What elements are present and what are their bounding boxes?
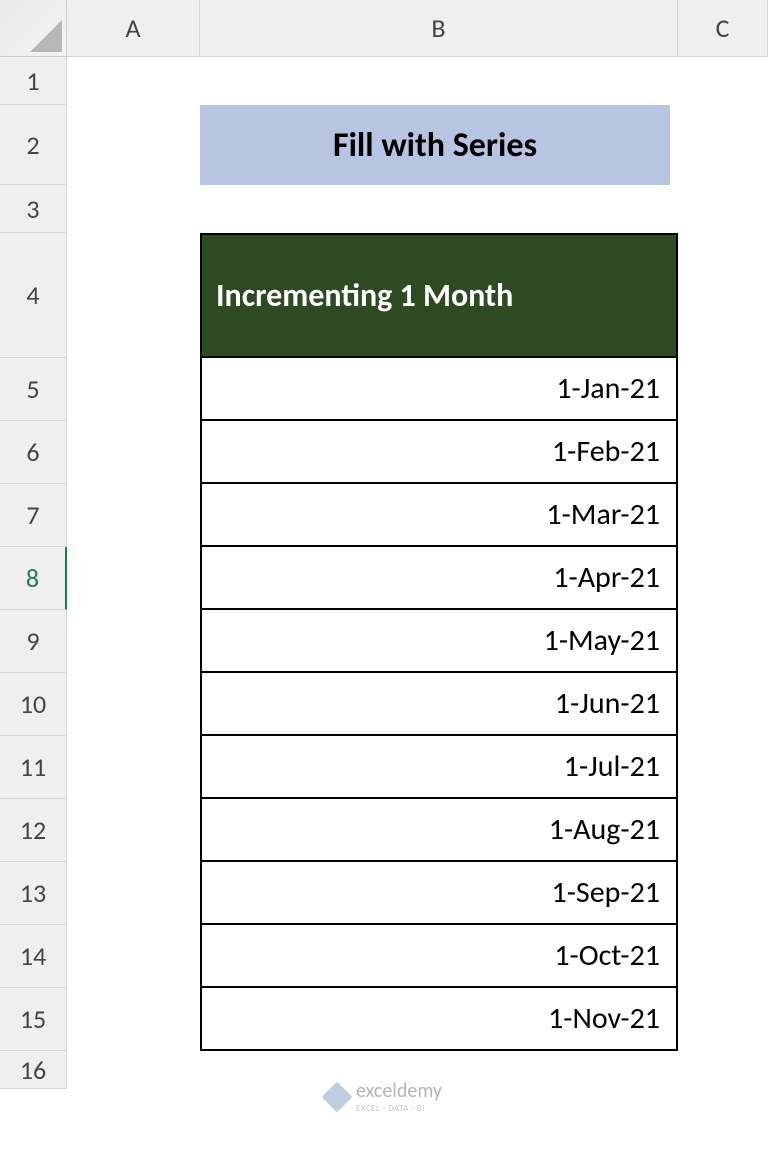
date-cell: 1-Oct-21 xyxy=(200,925,678,988)
date-cell: 1-Jan-21 xyxy=(200,358,678,421)
spreadsheet-grid: A B C 1 2 Fill with Series 3 4 Increment… xyxy=(0,0,768,1089)
cell-a6[interactable] xyxy=(67,421,200,484)
cell-c12[interactable] xyxy=(678,799,768,862)
cell-a8[interactable] xyxy=(67,547,200,610)
row-header-11[interactable]: 11 xyxy=(0,736,67,799)
row-header-16[interactable]: 16 xyxy=(0,1051,67,1089)
date-cell: 1-Nov-21 xyxy=(200,988,678,1051)
date-cell: 1-Mar-21 xyxy=(200,484,678,547)
date-cell: 1-Aug-21 xyxy=(200,799,678,862)
date-cell: 1-Jun-21 xyxy=(200,673,678,736)
cell-b7[interactable]: 1-Mar-21 xyxy=(200,484,678,547)
row-header-9[interactable]: 9 xyxy=(0,610,67,673)
cell-b14[interactable]: 1-Oct-21 xyxy=(200,925,678,988)
cell-b13[interactable]: 1-Sep-21 xyxy=(200,862,678,925)
cell-c15[interactable] xyxy=(678,988,768,1051)
row-header-5[interactable]: 5 xyxy=(0,358,67,421)
date-cell: 1-Jul-21 xyxy=(200,736,678,799)
cell-a2[interactable] xyxy=(67,105,200,185)
cell-a14[interactable] xyxy=(67,925,200,988)
cell-b12[interactable]: 1-Aug-21 xyxy=(200,799,678,862)
row-header-1[interactable]: 1 xyxy=(0,57,67,105)
col-header-c[interactable]: C xyxy=(678,0,768,57)
cell-c9[interactable] xyxy=(678,610,768,673)
cell-c14[interactable] xyxy=(678,925,768,988)
date-cell: 1-May-21 xyxy=(200,610,678,673)
cell-c13[interactable] xyxy=(678,862,768,925)
col-header-b[interactable]: B xyxy=(200,0,678,57)
cell-c6[interactable] xyxy=(678,421,768,484)
date-cell: 1-Sep-21 xyxy=(200,862,678,925)
col-header-a[interactable]: A xyxy=(67,0,200,57)
cell-b6[interactable]: 1-Feb-21 xyxy=(200,421,678,484)
cell-a9[interactable] xyxy=(67,610,200,673)
row-header-13[interactable]: 13 xyxy=(0,862,67,925)
cell-c4[interactable] xyxy=(678,233,768,358)
cell-c8[interactable] xyxy=(678,547,768,610)
cell-a10[interactable] xyxy=(67,673,200,736)
cell-a4[interactable] xyxy=(67,233,200,358)
watermark-logo-icon xyxy=(321,1081,352,1112)
select-all-corner[interactable] xyxy=(0,0,67,57)
cell-a1[interactable] xyxy=(67,57,200,105)
cell-c7[interactable] xyxy=(678,484,768,547)
row-header-3[interactable]: 3 xyxy=(0,185,67,233)
watermark-name: exceldemy xyxy=(356,1079,442,1103)
row-header-12[interactable]: 12 xyxy=(0,799,67,862)
row-header-10[interactable]: 10 xyxy=(0,673,67,736)
row-header-14[interactable]: 14 xyxy=(0,925,67,988)
cell-b3[interactable] xyxy=(200,185,678,233)
date-cell: 1-Feb-21 xyxy=(200,421,678,484)
cell-a15[interactable] xyxy=(67,988,200,1051)
date-cell: 1-Apr-21 xyxy=(200,547,678,610)
cell-a11[interactable] xyxy=(67,736,200,799)
cell-c10[interactable] xyxy=(678,673,768,736)
title-box: Fill with Series xyxy=(200,105,670,185)
cell-b4[interactable]: Incrementing 1 Month xyxy=(200,233,678,358)
row-header-15[interactable]: 15 xyxy=(0,988,67,1051)
cell-a16[interactable] xyxy=(67,1051,200,1089)
cell-a13[interactable] xyxy=(67,862,200,925)
row-header-7[interactable]: 7 xyxy=(0,484,67,547)
cell-b15[interactable]: 1-Nov-21 xyxy=(200,988,678,1051)
cell-c1[interactable] xyxy=(678,57,768,105)
cell-a5[interactable] xyxy=(67,358,200,421)
cell-a3[interactable] xyxy=(67,185,200,233)
cell-c3[interactable] xyxy=(678,185,768,233)
cell-b9[interactable]: 1-May-21 xyxy=(200,610,678,673)
watermark-tagline: EXCEL · DATA · BI xyxy=(356,1103,442,1114)
cell-b5[interactable]: 1-Jan-21 xyxy=(200,358,678,421)
cell-b11[interactable]: 1-Jul-21 xyxy=(200,736,678,799)
table-header: Incrementing 1 Month xyxy=(200,233,678,358)
row-header-2[interactable]: 2 xyxy=(0,105,67,185)
cell-a7[interactable] xyxy=(67,484,200,547)
cell-c2[interactable] xyxy=(678,105,768,185)
cell-a12[interactable] xyxy=(67,799,200,862)
cell-b1[interactable] xyxy=(200,57,678,105)
cell-c11[interactable] xyxy=(678,736,768,799)
cell-b10[interactable]: 1-Jun-21 xyxy=(200,673,678,736)
row-header-6[interactable]: 6 xyxy=(0,421,67,484)
cell-c5[interactable] xyxy=(678,358,768,421)
cell-b2[interactable]: Fill with Series xyxy=(200,105,678,185)
cell-c16[interactable] xyxy=(678,1051,768,1089)
cell-b8[interactable]: 1-Apr-21 xyxy=(200,547,678,610)
row-header-4[interactable]: 4 xyxy=(0,233,67,358)
row-header-8[interactable]: 8 xyxy=(0,547,67,610)
